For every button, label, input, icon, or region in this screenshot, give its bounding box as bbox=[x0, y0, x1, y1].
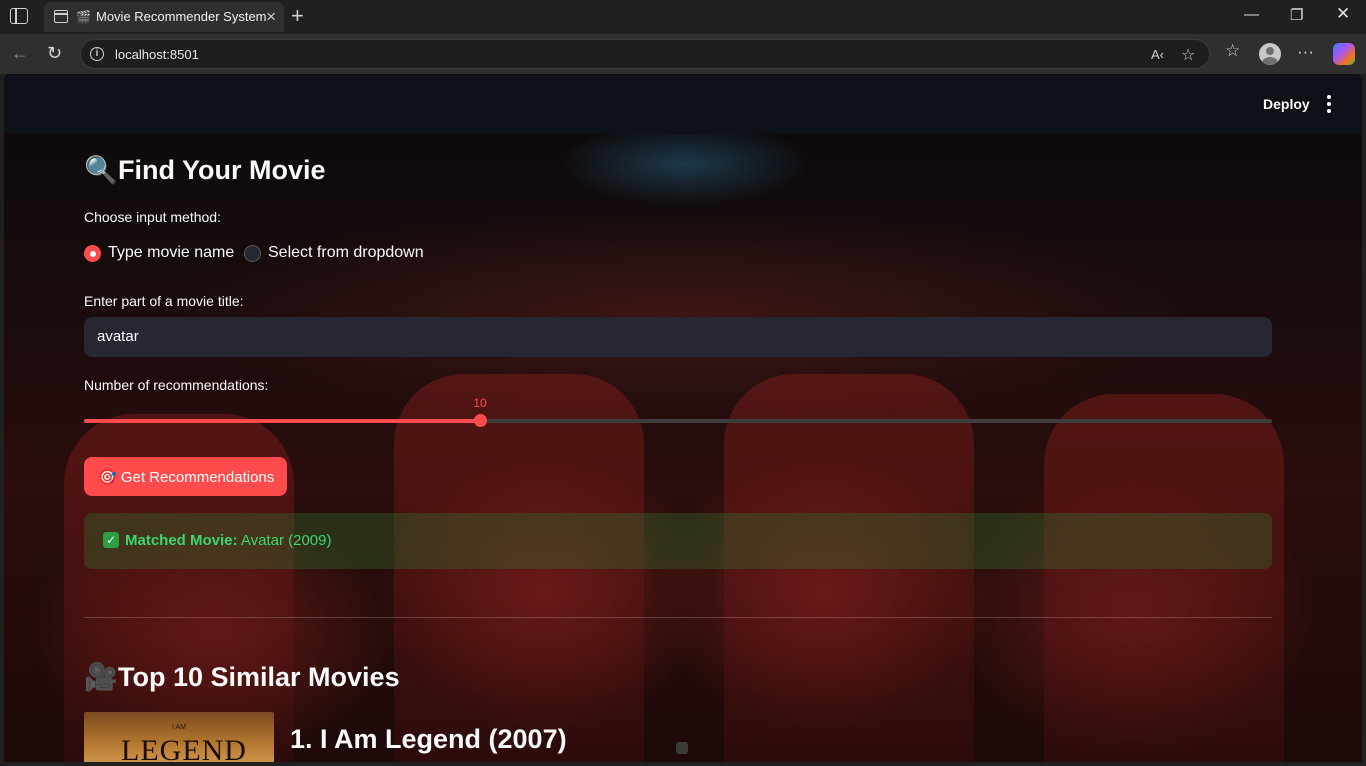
window-close-icon[interactable]: ✕ bbox=[1336, 4, 1350, 24]
scroll-indicator[interactable] bbox=[676, 742, 688, 754]
restore-icon[interactable]: ❐ bbox=[1290, 6, 1303, 24]
back-icon[interactable]: ← bbox=[11, 43, 29, 64]
main-menu-icon[interactable] bbox=[1327, 95, 1331, 113]
profile-avatar[interactable] bbox=[1259, 43, 1281, 65]
favorites-icon[interactable]: ☆ bbox=[1225, 41, 1240, 61]
movie-camera-icon: 🎥 bbox=[84, 662, 118, 692]
url-text[interactable]: localhost:8501 bbox=[115, 47, 199, 62]
read-aloud-icon[interactable]: A‹ bbox=[1151, 47, 1164, 62]
radio-select-dropdown-label[interactable]: Select from dropdown bbox=[268, 244, 424, 262]
result-title: 1. I Am Legend (2007) bbox=[290, 724, 567, 754]
movie-title-input[interactable]: avatar bbox=[84, 317, 1272, 357]
copilot-icon[interactable] bbox=[1333, 43, 1355, 65]
match-text: Matched Movie: Avatar (2009) bbox=[125, 532, 331, 549]
radio-type-name[interactable] bbox=[84, 245, 101, 262]
deploy-button[interactable]: Deploy bbox=[1263, 96, 1310, 112]
check-icon: ✓ bbox=[103, 532, 119, 548]
app-header: Deploy bbox=[4, 74, 1362, 134]
get-recommendations-label: Get Recommendations bbox=[120, 468, 275, 486]
slider-thumb[interactable] bbox=[474, 414, 487, 427]
target-icon: 🎯 bbox=[98, 468, 117, 486]
site-info-icon[interactable]: i bbox=[90, 47, 104, 61]
radio-type-name-label[interactable]: Type movie name bbox=[108, 244, 234, 262]
radio-select-dropdown[interactable] bbox=[244, 245, 261, 262]
minimize-icon[interactable]: — bbox=[1244, 6, 1259, 23]
clapperboard-icon: 🎬 bbox=[76, 10, 91, 24]
page-title: 🔍Find Your Movie bbox=[84, 154, 326, 186]
page-title-text: Find Your Movie bbox=[118, 155, 326, 185]
address-bar[interactable]: i localhost:8501 A‹ ☆ bbox=[80, 39, 1210, 69]
more-options-icon[interactable]: ··· bbox=[1297, 42, 1314, 62]
new-tab-icon[interactable]: + bbox=[291, 3, 304, 29]
address-toolbar: ← ↻ i localhost:8501 A‹ ☆ bbox=[0, 34, 1366, 74]
match-value: Avatar (2009) bbox=[240, 532, 332, 549]
favorite-star-icon[interactable]: ☆ bbox=[1181, 45, 1195, 65]
recommendations-count-label: Number of recommendations: bbox=[84, 377, 269, 393]
similar-movies-title: Top 10 Similar Movies bbox=[118, 662, 400, 692]
background-seat bbox=[1044, 394, 1284, 762]
poster-small-text: I AM bbox=[172, 724, 187, 731]
tab-actions-icon[interactable] bbox=[10, 8, 28, 24]
slider-value: 10 bbox=[473, 396, 487, 410]
workspaces-icon bbox=[54, 10, 68, 23]
title-input-label: Enter part of a movie title: bbox=[84, 293, 244, 309]
recommendations-slider[interactable] bbox=[84, 414, 1272, 427]
get-recommendations-button[interactable]: 🎯 Get Recommendations bbox=[84, 457, 287, 496]
magnifier-icon: 🔍 bbox=[84, 155, 118, 185]
slider-fill bbox=[84, 419, 480, 423]
browser-tab-bar: 🎬 Movie Recommender System × + — ❐ ✕ bbox=[0, 0, 1366, 34]
browser-tab[interactable]: 🎬 Movie Recommender System × bbox=[44, 2, 284, 32]
refresh-icon[interactable]: ↻ bbox=[47, 43, 62, 64]
poster-title-text: LEGEND bbox=[121, 734, 247, 762]
match-success-alert: ✓ Matched Movie: Avatar (2009) bbox=[84, 513, 1272, 569]
divider bbox=[84, 617, 1272, 618]
input-method-label: Choose input method: bbox=[84, 209, 221, 225]
app-viewport: Deploy 🔍Find Your Movie Choose input met… bbox=[4, 74, 1362, 762]
movie-poster: I AM LEGEND bbox=[84, 712, 274, 762]
similar-movies-heading: 🎥Top 10 Similar Movies bbox=[84, 661, 400, 693]
match-label: Matched Movie: bbox=[125, 532, 238, 549]
close-tab-icon[interactable]: × bbox=[266, 7, 276, 27]
tab-title: Movie Recommender System bbox=[96, 9, 267, 24]
